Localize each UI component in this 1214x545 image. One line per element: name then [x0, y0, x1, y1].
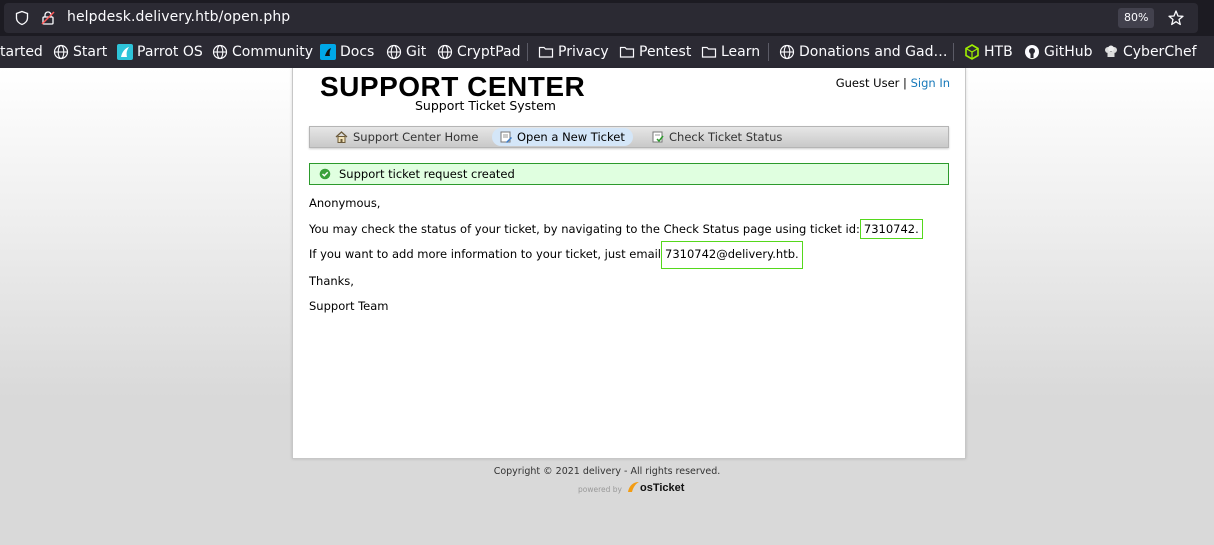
zoom-indicator[interactable]: 80%	[1118, 8, 1155, 28]
bookmark-community[interactable]: Community	[212, 36, 313, 68]
nav-label: Support Center Home	[353, 130, 479, 144]
nav-open-new-ticket[interactable]: Open a New Ticket	[492, 128, 633, 146]
greeting-text: Anonymous,	[309, 196, 381, 210]
notice-text: Support ticket request created	[339, 167, 515, 181]
bookmark-htb[interactable]: HTB	[964, 36, 1013, 68]
bookmark-label: GitHub	[1044, 44, 1093, 60]
bookmark-folder-privacy[interactable]: Privacy	[538, 36, 609, 68]
bookmark-separator	[527, 43, 528, 61]
bookmark-docs[interactable]: Docs	[320, 36, 374, 68]
success-notice: Support ticket request created	[309, 163, 949, 185]
check-status-icon	[652, 131, 664, 143]
user-info: Guest User | Sign In	[836, 76, 950, 90]
bookmark-label: Pentest	[639, 44, 692, 60]
signature-text: Support Team	[309, 299, 389, 313]
bookmark-label: CyberChef	[1123, 44, 1197, 60]
user-separator: |	[903, 76, 907, 90]
bookmark-cyberchef[interactable]: CyberChef	[1103, 36, 1197, 68]
powered-by-text: powered by	[578, 485, 622, 494]
bookmark-label: Community	[232, 44, 314, 60]
support-center-container: SUPPORT CENTER Support Ticket System Gue…	[292, 68, 966, 459]
folder-icon	[538, 46, 554, 58]
check-circle-icon	[319, 168, 331, 180]
main-nav: Support Center Home Open a New Ticket Ch…	[309, 126, 949, 148]
status-instruction-text: You may check the status of your ticket,…	[309, 222, 860, 236]
bookmark-label: Privacy	[558, 44, 609, 60]
osticket-brand: osTicket	[639, 482, 685, 494]
bookmark-folder-learn[interactable]: Learn	[701, 36, 760, 68]
guest-user-label: Guest User	[835, 76, 900, 90]
powered-by[interactable]: powered by osTicket	[578, 480, 684, 494]
globe-icon	[212, 44, 228, 60]
insecure-lock-icon[interactable]	[40, 10, 56, 30]
folder-icon	[701, 46, 717, 58]
docs-icon	[320, 44, 336, 60]
bookmark-label: Donations and Gad…	[799, 44, 948, 60]
nav-check-ticket-status[interactable]: Check Ticket Status	[644, 128, 790, 146]
bookmark-label: tarted	[0, 44, 43, 60]
logo-subtitle: Support Ticket System	[415, 98, 556, 113]
footer-copyright: Copyright © 2021 delivery - All rights r…	[493, 466, 721, 477]
address-bar[interactable]: helpdesk.delivery.htb/open.php 80%	[4, 3, 1198, 33]
folder-icon	[619, 46, 635, 58]
bookmark-separator	[953, 43, 954, 61]
nav-support-center-home[interactable]: Support Center Home	[327, 128, 486, 146]
ticket-id: 7310742.	[859, 219, 923, 239]
home-icon	[335, 131, 348, 143]
browser-toolbar: helpdesk.delivery.htb/open.php 80%	[0, 0, 1214, 36]
bookmark-label: Parrot OS	[137, 44, 203, 60]
bookmarks-toolbar: tarted Start Parrot OS Community Docs Gi…	[0, 36, 1214, 68]
bookmark-github[interactable]: GitHub	[1024, 36, 1093, 68]
globe-icon	[53, 44, 69, 60]
bookmark-label: Git	[406, 44, 427, 60]
sign-in-link[interactable]: Sign In	[911, 76, 950, 90]
bookmark-label: HTB	[984, 44, 1013, 60]
nav-label: Check Ticket Status	[669, 130, 783, 144]
bookmark-label: Start	[73, 44, 108, 60]
bookmark-donations[interactable]: Donations and Gad…	[779, 36, 947, 68]
bookmark-label: CryptPad	[457, 44, 521, 60]
bookmark-start[interactable]: Start	[53, 36, 107, 68]
bookmark-star-icon[interactable]	[1167, 9, 1185, 31]
bookmark-git[interactable]: Git	[386, 36, 426, 68]
globe-icon	[386, 44, 402, 60]
url-text[interactable]: helpdesk.delivery.htb/open.php	[67, 9, 290, 25]
globe-icon	[779, 44, 795, 60]
bookmark-cryptpad[interactable]: CryptPad	[437, 36, 520, 68]
parrot-icon	[117, 44, 133, 60]
bookmark-separator	[768, 43, 769, 61]
globe-icon	[437, 44, 453, 60]
shield-icon[interactable]	[14, 10, 30, 30]
osticket-logo-icon	[627, 482, 639, 492]
bookmark-label: Docs	[340, 44, 375, 60]
status-instruction-line: You may check the status of your ticket,…	[309, 219, 923, 239]
bookmark-getting-started[interactable]: tarted	[0, 36, 43, 68]
bookmark-parrot-os[interactable]: Parrot OS	[117, 36, 203, 68]
thanks-text: Thanks,	[309, 274, 354, 288]
github-icon	[1025, 45, 1039, 59]
email-instruction-text: If you want to add more information to y…	[309, 247, 662, 261]
new-ticket-icon	[500, 131, 512, 143]
bookmark-folder-pentest[interactable]: Pentest	[619, 36, 691, 68]
nav-label: Open a New Ticket	[517, 130, 625, 144]
htb-icon	[965, 44, 979, 60]
bookmark-label: Learn	[721, 44, 761, 60]
ticket-email: 7310742@delivery.htb.	[661, 241, 803, 269]
email-instruction-line: If you want to add more information to y…	[309, 241, 803, 269]
chef-icon	[1105, 45, 1117, 57]
